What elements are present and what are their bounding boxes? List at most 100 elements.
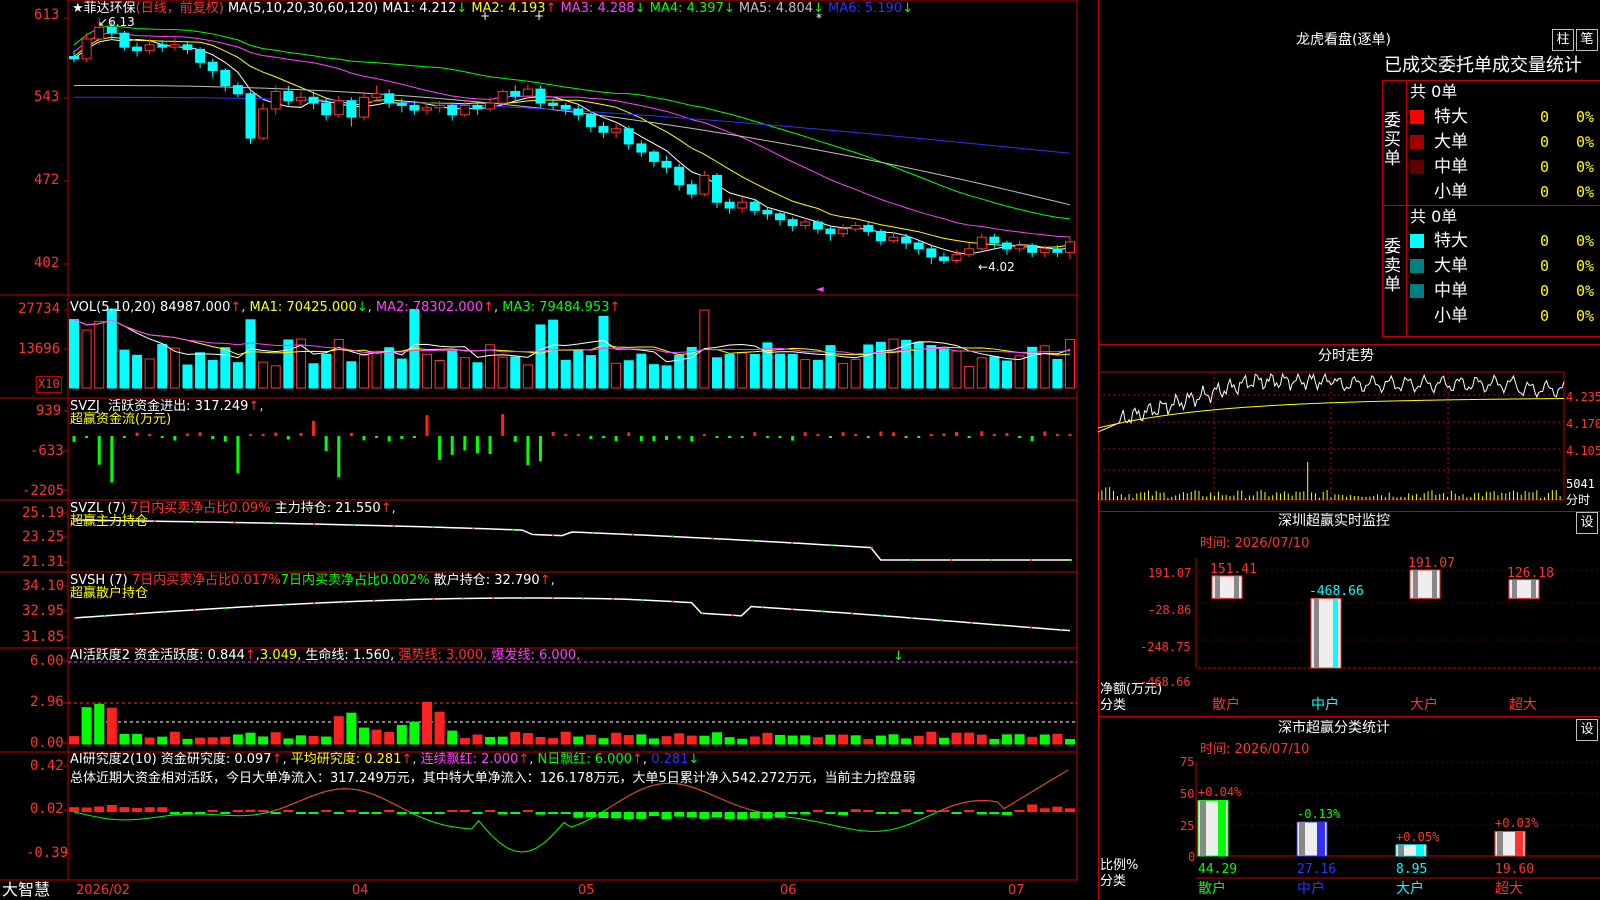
retail-hold-tick <box>1000 624 1003 627</box>
activity-bar <box>207 737 218 745</box>
intraday-frame <box>1098 371 1565 501</box>
class-axis-2: 50 <box>1180 787 1195 801</box>
svzl-sub: 超赢主力持仓 <box>70 514 149 529</box>
candle-body <box>1065 241 1075 253</box>
flow-bar <box>349 432 353 436</box>
main-hold-tick <box>631 533 634 536</box>
volume-bar <box>384 347 395 389</box>
candle-body <box>875 230 886 242</box>
activity-bar <box>81 707 92 745</box>
volume-bar <box>901 339 912 389</box>
main-hold-tick <box>512 528 515 531</box>
order-count: 0 <box>1540 257 1550 275</box>
main-hold-tick <box>751 539 754 542</box>
activity-bar <box>283 738 294 745</box>
flow-bar <box>1018 436 1022 438</box>
monitor-bar-4 <box>1508 579 1540 599</box>
retail-hold-tick <box>283 603 286 606</box>
main-hold-tick <box>870 546 873 549</box>
volume-bar <box>737 352 748 389</box>
monitor-bar-1 <box>1211 575 1243 599</box>
research-bar <box>711 812 722 818</box>
retail-hold-tick <box>552 597 555 600</box>
main-hold-tick <box>1070 559 1072 561</box>
intraday-chart[interactable] <box>1098 366 1600 510</box>
volume-bar <box>775 353 786 389</box>
activity-bar <box>636 734 647 745</box>
flow-bar <box>475 436 479 454</box>
flow-bar <box>425 415 429 436</box>
chart-mode[interactable]: (日线，前复权) <box>136 1 224 16</box>
volume-bar <box>132 354 143 389</box>
volume-bar <box>1065 338 1075 389</box>
candle-body <box>220 69 231 87</box>
candle-body <box>447 104 458 116</box>
flow-bar <box>97 436 101 465</box>
research-line-up <box>606 782 756 812</box>
monitor-category: 超大 <box>1509 697 1537 713</box>
vol-header: VOL(5,10,20) 84987.000↑, MA1: 70425.000↓… <box>70 300 621 315</box>
monitor-bar-shade <box>1314 598 1319 668</box>
flow-bar <box>274 432 278 436</box>
flow-bar <box>375 436 379 438</box>
research-bar <box>888 812 899 814</box>
research-bar <box>232 810 243 812</box>
activity-bar <box>384 731 395 745</box>
ma4-line <box>73 25 1071 220</box>
legend-swatch <box>1410 160 1424 174</box>
candle-body <box>245 93 256 139</box>
research-bar <box>875 812 886 814</box>
candle-body <box>346 100 357 118</box>
flow-bar <box>627 432 631 436</box>
candle-body <box>371 93 382 98</box>
flow-bar <box>72 436 76 442</box>
candle-body <box>749 201 760 211</box>
candle-body <box>863 225 874 232</box>
flow-bar <box>803 432 807 436</box>
order-count: 0 <box>1540 183 1550 201</box>
volume-bar <box>447 350 458 389</box>
activity-bar <box>850 735 861 745</box>
activity-bar <box>863 739 874 745</box>
volume-bar <box>358 354 369 389</box>
stats-title: 已成交委托单成交量统计 <box>1384 55 1582 76</box>
research-bar <box>951 812 962 814</box>
main-hold-tick <box>591 531 594 534</box>
ai1-axis-2: 2.96 <box>30 694 64 710</box>
main-hold-tick <box>352 523 355 526</box>
stock-name[interactable]: ★菲达环保 <box>72 1 136 16</box>
column-view-button[interactable]: 柱 <box>1552 29 1574 51</box>
main-hold-tick <box>950 559 953 561</box>
volume-bar <box>371 350 382 389</box>
kline-header: ★菲达环保(日线，前复权) MA(5,10,20,30,60,120) MA1:… <box>72 1 913 16</box>
ai1-axis-1: 6.00 <box>30 653 64 669</box>
class-bar-accent <box>1218 800 1226 856</box>
candle-body <box>598 125 609 133</box>
vol-axis-1: 27734 <box>18 301 61 317</box>
ma-value-2: MA2: 4.193↑ <box>467 1 557 16</box>
research-bar <box>737 812 748 820</box>
research-bar <box>295 812 306 814</box>
candle-body <box>926 248 937 258</box>
activity-bar <box>901 738 912 745</box>
activity-bar <box>926 731 937 745</box>
candle-body <box>850 225 861 230</box>
activity-bar <box>132 733 143 745</box>
research-bar <box>485 810 496 812</box>
retail-hold-line <box>73 597 1071 632</box>
research-line-up <box>272 788 408 812</box>
research-bar <box>81 807 92 812</box>
flow-bar <box>85 436 89 439</box>
monitor-axis-1: 191.07 <box>1148 566 1192 580</box>
research-bar <box>157 807 168 812</box>
tick-view-button[interactable]: 笔 <box>1576 29 1598 51</box>
flow-bar <box>791 436 795 441</box>
candle-body <box>1014 244 1025 250</box>
main-hold-tick <box>153 520 156 523</box>
monitor-settings-button[interactable]: 设 <box>1576 512 1598 534</box>
candle-body <box>674 166 685 186</box>
class-settings-button[interactable]: 设 <box>1576 719 1598 741</box>
retail-hold-tick <box>970 621 973 624</box>
monitor-category: 大户 <box>1410 697 1438 713</box>
candle-body <box>283 90 294 102</box>
